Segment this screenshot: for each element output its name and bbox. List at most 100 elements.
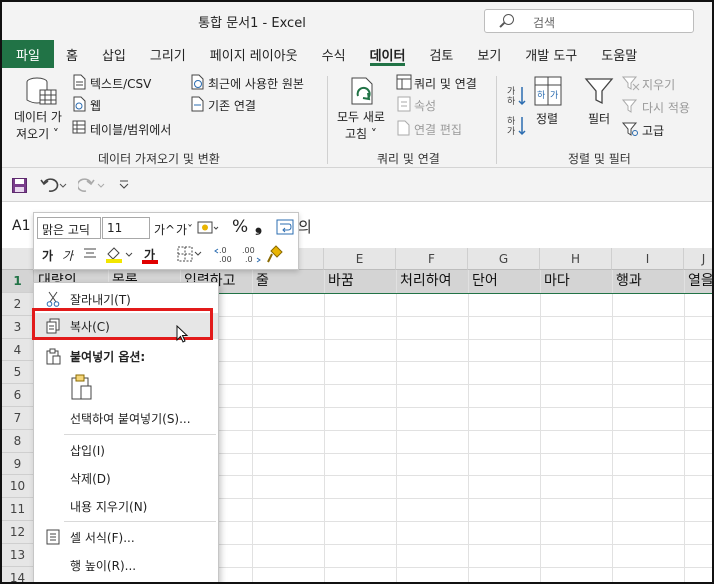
search-box[interactable]: 검색 [484,9,694,33]
ribbon-divider [496,76,497,164]
row-header[interactable]: 11 [2,498,34,521]
font-color-button[interactable]: 가 [140,243,168,265]
cell-f1[interactable]: 처리하여 [396,270,468,293]
column-header[interactable]: G [468,248,540,270]
cell-g1[interactable]: 단어 [468,270,540,293]
tab-draw[interactable]: 그리기 [138,40,198,68]
get-data-label-2: 져오기 ˅ [16,127,59,141]
fill-color-icon[interactable] [104,244,134,264]
font-name-dropdown[interactable]: 맑은 고딕 [37,217,101,239]
formula-content[interactable]: 의 [298,216,312,237]
menu-item-cut-label: 잘라내기(T) [70,293,131,307]
font-size-dropdown[interactable]: 11 [102,217,150,239]
cell-j1[interactable]: 열을 [684,270,712,293]
grid-line [540,270,541,582]
undo-icon[interactable] [40,177,68,193]
existing-connections-icon [191,96,204,112]
refresh-label-1: 모두 새로 [337,110,385,124]
refresh-label-2: 고침 ˅ [345,127,377,141]
row-header[interactable]: 3 [2,315,34,339]
row-header[interactable]: 2 [2,293,34,316]
group-sort-filter-label: 정렬 및 필터 [568,152,631,166]
filter-label: 필터 [588,112,611,126]
comma-style-button[interactable]: ❟ [255,215,262,236]
menu-item-paste-options-label: 붙여넣기 옵션: [70,350,146,364]
tab-formulas[interactable]: 수식 [310,40,358,68]
row-header[interactable]: 10 [2,475,34,499]
percent-style-button[interactable]: % [232,217,248,237]
menu-item-insert-label: 삽입(I) [70,444,105,458]
bold-button[interactable]: 가 [42,247,53,264]
row-header[interactable]: 4 [2,338,34,362]
decrease-decimal-icon[interactable]: .00 .0 [240,245,262,263]
sort-dialog-icon: 하 가 [534,76,562,106]
tab-help[interactable]: 도움말 [589,40,649,68]
tab-insert[interactable]: 삽입 [90,40,138,68]
grow-font-button[interactable]: 가^ [154,221,175,238]
row-header[interactable]: 9 [2,452,34,476]
menu-item-delete-label: 삭제(D) [70,472,111,486]
format-painter-icon[interactable] [266,244,286,264]
mini-toolbar: 맑은 고딕 11 가^ 가ˇ % ❟ 가 가 가 .0 .00 .00 .0 [33,212,299,270]
title-bar: 통합 문서1 - Excel 검색 [2,2,712,40]
align-center-icon[interactable] [82,246,98,262]
tab-home[interactable]: 홈 [54,40,90,68]
search-placeholder: 검색 [533,16,556,30]
tab-review[interactable]: 검토 [417,40,465,68]
ribbon: 데이터 가 져오기 ˅ 텍스트/CSV 웹 테이블/범위에서 최근에 사용한 원… [2,68,712,168]
row-header[interactable]: 13 [2,543,34,567]
column-header[interactable]: E [324,248,396,270]
cell-e1[interactable]: 바꿈 [324,270,396,293]
row-header[interactable]: 6 [2,384,34,407]
refresh-icon [351,77,373,105]
row-header[interactable]: 7 [2,407,34,430]
tab-developer[interactable]: 개발 도구 [513,40,589,68]
column-header[interactable]: J [684,248,712,270]
row-header[interactable]: 1 [2,270,34,293]
cell-h1[interactable]: 마다 [540,270,612,293]
tab-view[interactable]: 보기 [465,40,513,68]
menu-item-delete[interactable]: 삭제(D) [34,465,218,491]
row-header[interactable]: 12 [2,521,34,544]
font-name-value: 맑은 고딕 [42,223,90,237]
grid-line [396,270,397,582]
menu-item-clear-contents[interactable]: 내용 지우기(N) [34,493,218,519]
customize-qat-icon[interactable] [118,178,130,190]
save-icon[interactable] [12,178,27,193]
excel-window: 통합 문서1 - Excel 검색 파일 홈 삽입 그리기 페이지 레이아웃 수… [0,0,714,584]
cell-i1[interactable]: 행과 [612,270,684,293]
row-header[interactable]: 8 [2,429,34,453]
tab-data[interactable]: 데이터 [358,40,418,68]
italic-button[interactable]: 가 [62,247,73,264]
borders-icon[interactable] [177,246,203,262]
menu-item-format-cells[interactable]: 셀 서식(F)... [34,524,218,550]
reapply-icon [622,99,638,113]
cell-d1[interactable]: 줄 [252,270,324,293]
paste-option-button[interactable] [70,373,98,403]
text-file-icon [73,74,86,90]
menu-item-paste-special-label: 선택하여 붙여넣기(S)... [70,412,191,426]
menu-item-insert[interactable]: 삽입(I) [34,437,218,463]
column-header[interactable]: H [540,248,612,270]
wrap-text-icon[interactable] [276,219,294,235]
name-box[interactable]: A1 [12,218,30,234]
shrink-font-button[interactable]: 가ˇ [176,221,193,238]
redo-icon[interactable] [78,177,106,193]
menu-item-row-height[interactable]: 행 높이(R)... [34,552,218,578]
clear-filter-icon [622,76,640,91]
tab-file[interactable]: 파일 [2,40,54,68]
recent-sources-label: 최근에 사용한 원본 [208,77,304,91]
search-icon [503,14,514,25]
column-header[interactable]: F [396,248,468,270]
select-all-corner[interactable] [2,248,34,270]
properties-icon [397,96,411,112]
row-header[interactable]: 5 [2,361,34,385]
tab-page-layout[interactable]: 페이지 레이아웃 [198,40,310,68]
text-csv-label: 텍스트/CSV [90,77,152,91]
menu-item-paste-special[interactable]: 선택하여 붙여넣기(S)... [34,405,218,431]
increase-decimal-icon[interactable]: .0 .00 [214,245,236,263]
paste-icon [46,348,61,365]
column-header[interactable]: I [612,248,684,270]
accounting-format-icon[interactable] [197,220,219,236]
row-header[interactable]: 14 [2,566,34,582]
